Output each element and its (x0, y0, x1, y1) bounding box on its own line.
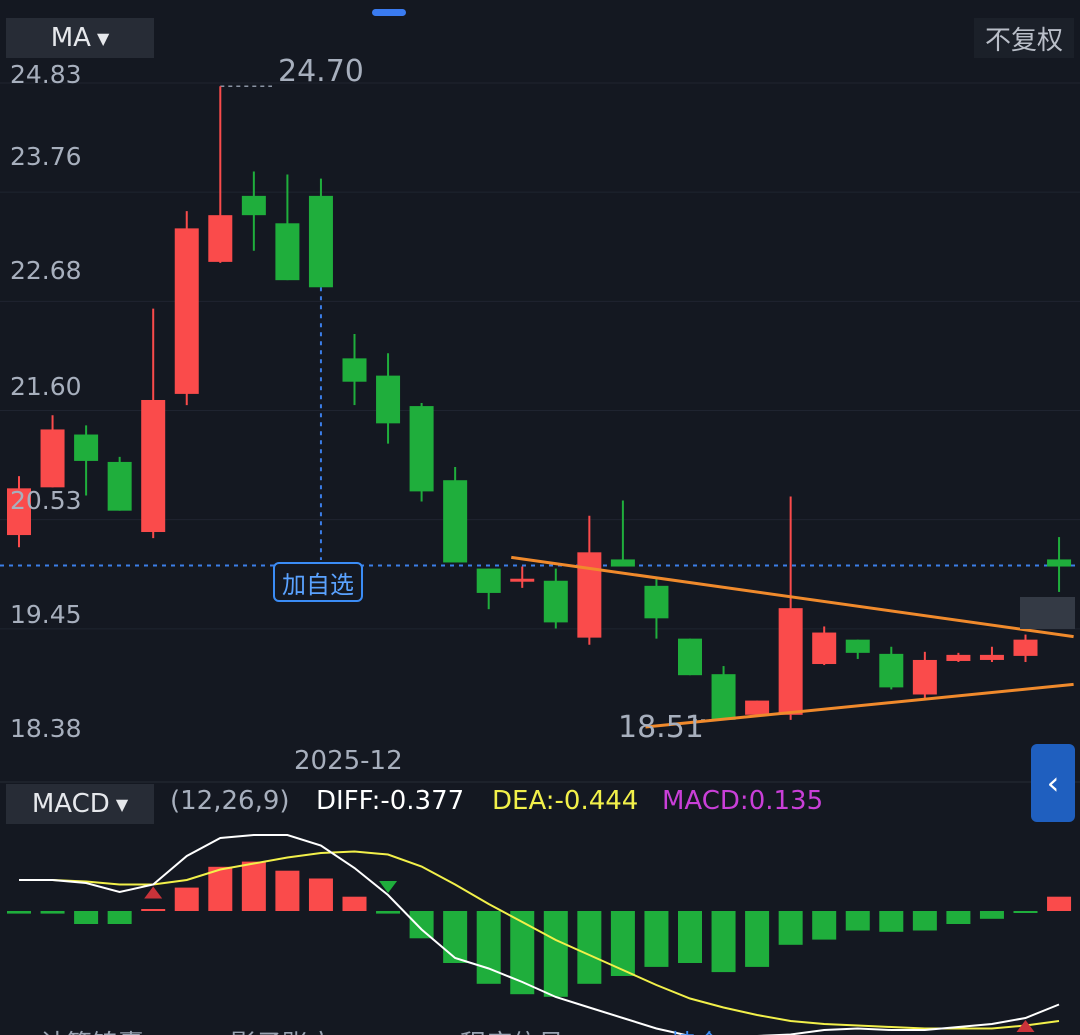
ma-indicator-label: MA (50, 23, 91, 53)
bottom-tab-bar: 计算锦囊 影子账户 程序信号 持仓 (0, 1018, 1080, 1035)
candle-body (40, 429, 65, 488)
macd-bar (1047, 896, 1072, 911)
macd-bar (107, 911, 132, 924)
ma-indicator-dropdown[interactable]: MA ▼ (6, 18, 154, 58)
tab-program-signal[interactable]: 程序信号 (460, 1024, 564, 1035)
macd-bar (40, 911, 65, 914)
candle-body (879, 653, 904, 688)
macd-diff-value: DIFF:-0.377 (316, 786, 465, 816)
macd-bar (946, 911, 971, 924)
macd-bar (812, 911, 837, 940)
price-tick: 18.38 (10, 714, 82, 743)
macd-bar (745, 911, 770, 967)
candle-body (946, 654, 971, 661)
candle-body (543, 580, 568, 623)
candle-body (577, 552, 602, 638)
tab-holdings[interactable]: 持仓 (670, 1024, 722, 1035)
price-tick: 24.83 (10, 60, 82, 89)
high-price-label: 24.70 (278, 54, 364, 89)
golden-cross-marker (144, 886, 163, 899)
macd-bar (141, 909, 166, 911)
candle-body (443, 480, 468, 563)
macd-bar (577, 911, 602, 984)
candle-body (1047, 559, 1072, 567)
candle-body (241, 195, 266, 216)
macd-bar (376, 911, 401, 914)
candle-body (376, 375, 401, 424)
macd-bar (644, 911, 669, 967)
macd-bar (308, 878, 333, 911)
macd-bar (1013, 911, 1038, 913)
chevron-down-icon: ▼ (96, 28, 110, 48)
macd-bar (342, 896, 367, 911)
candle-body (107, 461, 132, 511)
low-price-label: 18.51 (618, 710, 704, 745)
macd-bar (912, 911, 937, 931)
candle-body (476, 568, 501, 593)
trendline (645, 682, 1074, 729)
price-tick: 20.53 (10, 486, 82, 515)
last-price-tag (1020, 597, 1075, 629)
collapse-panel-button[interactable]: ‹ (1031, 744, 1075, 822)
macd-bar (678, 911, 702, 963)
candle-body (342, 358, 367, 382)
macd-bar (208, 866, 233, 911)
candle-body (275, 223, 300, 281)
macd-bar (409, 911, 434, 939)
date-axis-label: 2025-12 (294, 746, 403, 776)
macd-indicator-label: MACD (31, 789, 110, 819)
macd-indicator-dropdown[interactable]: MACD ▼ (6, 784, 154, 824)
macd-bar (241, 861, 266, 911)
candle-body (74, 434, 99, 461)
macd-bar (74, 911, 99, 924)
diff-line (19, 834, 1060, 1035)
candle-body (812, 632, 837, 665)
price-tick: 19.45 (10, 600, 82, 629)
candle-body (912, 659, 937, 695)
macd-bar (7, 911, 31, 914)
chevron-left-icon: ‹ (1046, 764, 1060, 802)
macd-bar (879, 911, 904, 932)
candle-body (845, 639, 870, 653)
macd-bar (711, 911, 736, 973)
macd-bar (845, 911, 870, 931)
candle-body (510, 578, 535, 582)
macd-dea-value: DEA:-0.444 (492, 786, 639, 816)
macd-bar (443, 911, 468, 963)
candle-body (141, 399, 166, 533)
macd-bar (979, 911, 1004, 919)
chevron-down-icon: ▼ (115, 794, 129, 814)
price-tick: 21.60 (10, 372, 82, 401)
macd-bar (174, 887, 199, 911)
add-watchlist-button[interactable]: 加自选 (273, 562, 363, 602)
candle-body (778, 608, 803, 715)
candle-body (644, 585, 669, 619)
candle-body (745, 700, 770, 715)
candle-body (610, 559, 635, 567)
tab-calc-tips[interactable]: 计算锦囊 (40, 1024, 144, 1035)
candle-body (174, 228, 199, 394)
macd-bar (778, 911, 803, 945)
price-tick: 23.76 (10, 142, 82, 171)
candle-body (308, 195, 333, 288)
price-tick: 22.68 (10, 256, 82, 285)
candlestick-chart[interactable] (0, 0, 1080, 1035)
candle-body (678, 638, 702, 676)
macd-bar (543, 911, 568, 997)
candle-body (208, 215, 233, 262)
drag-handle[interactable] (372, 9, 406, 16)
dea-line (19, 850, 1060, 1030)
macd-hist-value: MACD:0.135 (662, 786, 824, 816)
candle-body (1013, 639, 1038, 656)
macd-bar (275, 870, 300, 911)
candle-body (409, 406, 434, 492)
candle-body (979, 654, 1004, 660)
macd-params: (12,26,9) (170, 786, 290, 816)
tab-shadow-account[interactable]: 影子账户 (230, 1024, 334, 1035)
adjustment-button[interactable]: 不复权 (974, 18, 1074, 58)
candle-body (711, 674, 736, 720)
